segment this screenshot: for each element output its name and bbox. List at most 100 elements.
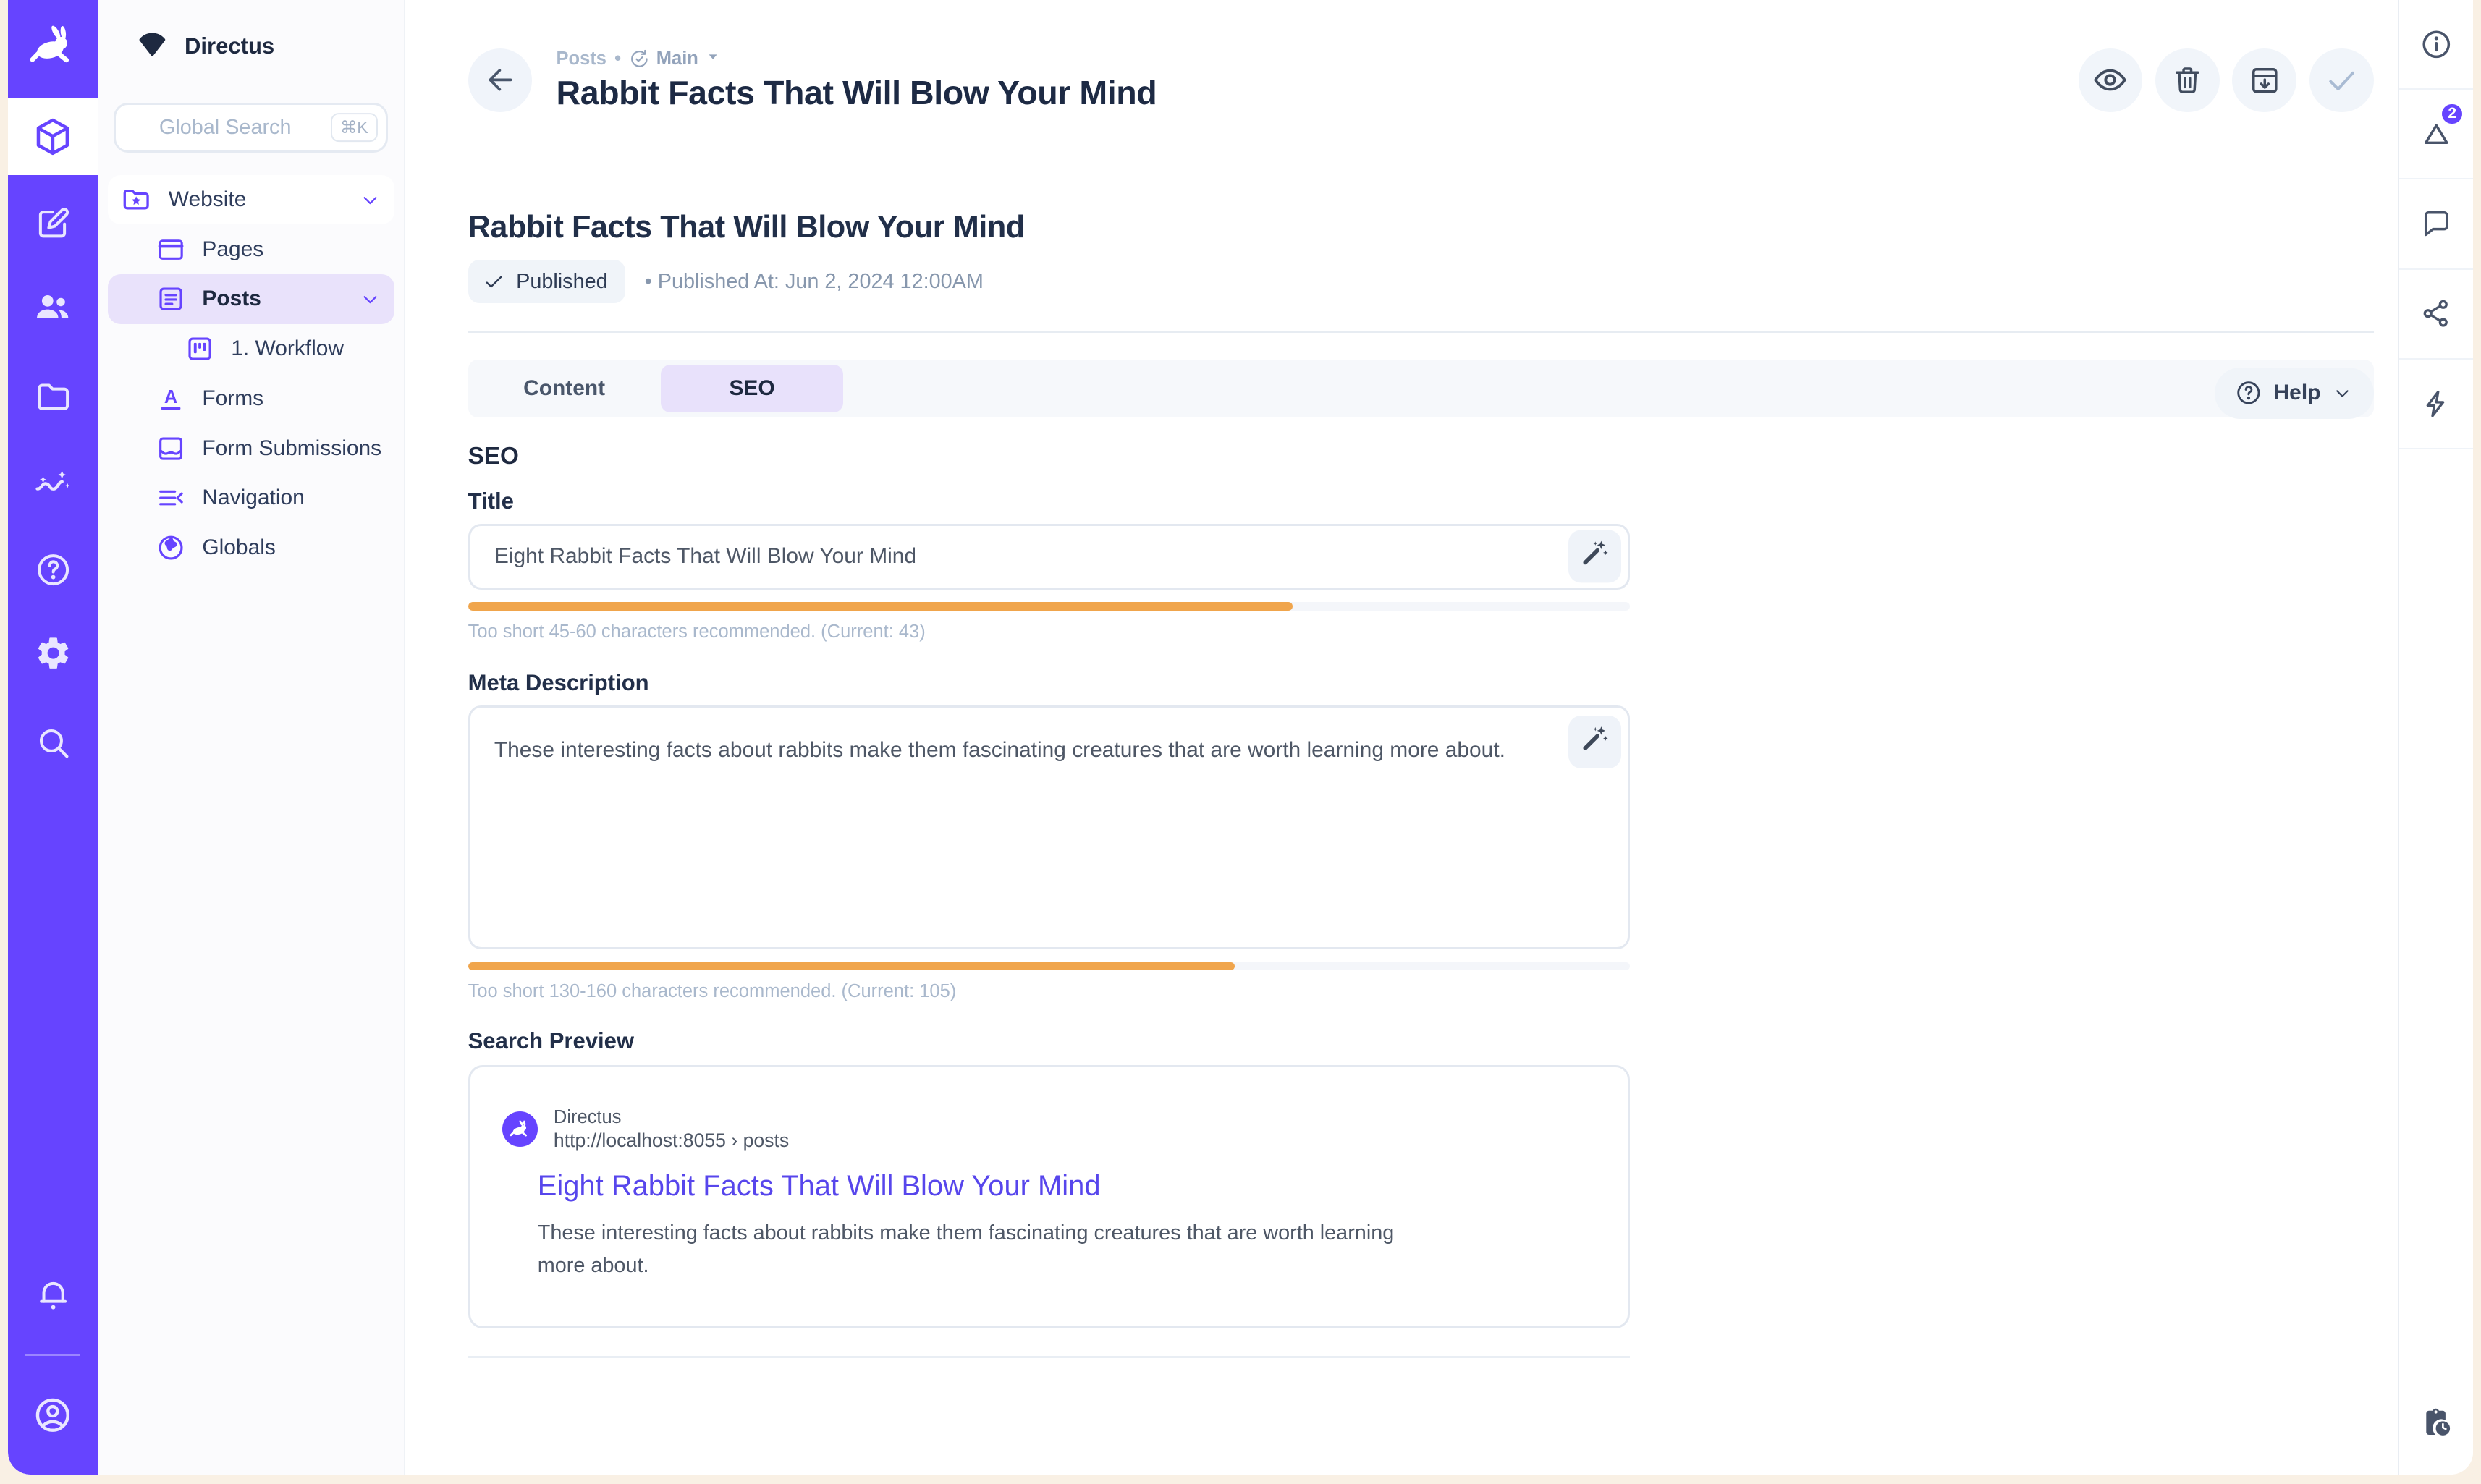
screen: Directus ⌘K Website Pages	[0, 0, 2481, 1484]
version-name: Main	[656, 48, 698, 69]
revisions-count-badge: 2	[2439, 101, 2464, 127]
module-bar	[8, 0, 98, 1475]
nav-item-workflow[interactable]: 1. Workflow	[108, 324, 394, 374]
collection-nav: Website Pages Posts 1. Workflow	[98, 175, 404, 573]
info-panel-button[interactable]	[2399, 0, 2473, 90]
app-window: Directus ⌘K Website Pages	[8, 0, 2473, 1475]
nav-item-forms[interactable]: A Forms	[108, 374, 394, 424]
users-icon	[33, 287, 72, 333]
status-badge: Published	[468, 260, 625, 303]
generate-meta-button[interactable]	[1568, 716, 1621, 768]
chevron-down-icon	[359, 288, 381, 310]
help-label: Help	[2274, 381, 2321, 405]
main-area: Posts • Main Rabbit Facts That Will Blow…	[405, 0, 2398, 1475]
trash-icon	[2171, 64, 2205, 98]
magic-wand-icon	[1578, 538, 1610, 576]
help-circle-icon	[34, 551, 72, 589]
insights-icon	[33, 463, 72, 503]
meta-description-field[interactable]: These interesting facts about rabbits ma…	[468, 705, 1630, 949]
version-selector[interactable]: Main	[629, 48, 721, 69]
revisions-panel-button[interactable]: 2	[2399, 90, 2473, 179]
tab-seo[interactable]: SEO	[661, 365, 844, 413]
published-at: • Published At: Jun 2, 2024 12:00AM	[645, 270, 984, 294]
module-users-button[interactable]	[8, 266, 98, 353]
search-preview-heading: Search Preview	[468, 1028, 1630, 1054]
nav-item-globals[interactable]: Globals	[108, 523, 394, 573]
nav-item-pages[interactable]: Pages	[108, 224, 394, 274]
meta-progress-fill	[468, 962, 1235, 970]
notifications-button[interactable]	[8, 1252, 98, 1339]
module-files-button[interactable]	[8, 353, 98, 440]
divider	[468, 331, 2374, 333]
help-button[interactable]: Help	[2215, 368, 2374, 419]
preview-site-name: Directus	[554, 1106, 789, 1129]
kanban-icon	[185, 334, 215, 364]
nav-item-label: Posts	[202, 287, 261, 311]
header-actions	[2079, 48, 2374, 113]
version-sync-icon	[629, 48, 650, 69]
user-avatar-button[interactable]	[8, 1372, 98, 1459]
right-sidebar: 2	[2398, 0, 2473, 1475]
preview-button[interactable]	[2079, 48, 2143, 113]
gear-icon	[34, 634, 72, 679]
back-button[interactable]	[468, 48, 533, 113]
module-settings-button[interactable]	[8, 613, 98, 700]
bolt-icon	[2420, 388, 2452, 420]
comment-icon	[2419, 207, 2453, 241]
nav-item-navigation[interactable]: Navigation	[108, 473, 394, 523]
inbox-icon	[156, 433, 186, 464]
module-editor-button[interactable]	[8, 179, 98, 266]
module-docs-button[interactable]	[8, 526, 98, 613]
meta-field-label: Meta Description	[468, 670, 1630, 696]
title-progress-track	[468, 602, 1630, 610]
flows-panel-button[interactable]	[2399, 360, 2473, 449]
nav-folder-website[interactable]: Website	[108, 175, 394, 225]
module-search-button[interactable]	[8, 700, 98, 786]
nav-item-label: Pages	[202, 237, 263, 262]
seo-heading: SEO	[468, 443, 1630, 470]
title-field	[468, 524, 1630, 590]
check-icon	[483, 271, 505, 293]
nav-item-label: 1. Workflow	[231, 336, 344, 361]
breadcrumb-collection[interactable]: Posts	[557, 48, 606, 69]
title-input[interactable]	[470, 526, 1628, 588]
status-label: Published	[516, 270, 608, 294]
bell-icon	[34, 1276, 72, 1314]
status-row: Published • Published At: Jun 2, 2024 12…	[468, 260, 2398, 303]
tab-content[interactable]: Content	[473, 365, 656, 413]
delete-button[interactable]	[2155, 48, 2220, 113]
item-title: Rabbit Facts That Will Blow Your Mind	[468, 210, 2398, 245]
save-button[interactable]	[2309, 48, 2374, 113]
nav-item-label: Navigation	[202, 486, 304, 510]
caret-down-icon	[705, 48, 721, 69]
archive-button[interactable]	[2232, 48, 2296, 113]
comments-panel-button[interactable]	[2399, 179, 2473, 269]
search-icon	[34, 724, 72, 762]
global-search[interactable]: ⌘K	[114, 103, 388, 153]
folder-star-icon	[120, 184, 152, 216]
module-insights-button[interactable]	[8, 440, 98, 527]
share-icon	[2420, 297, 2452, 329]
nav-item-form-submissions[interactable]: Form Submissions	[108, 423, 394, 473]
breadcrumb-separator: •	[614, 48, 621, 69]
avatar-icon	[32, 1394, 74, 1436]
page-header: Posts • Main Rabbit Facts That Will Blow…	[405, 0, 2398, 161]
project-logo-icon	[135, 25, 170, 67]
pages-icon	[156, 234, 186, 265]
site-favicon	[502, 1111, 538, 1147]
module-content-active[interactable]	[8, 98, 98, 174]
meta-progress-track	[468, 962, 1630, 970]
directus-logo[interactable]	[8, 0, 98, 98]
project-header[interactable]: Directus	[98, 0, 404, 93]
info-icon	[2419, 27, 2453, 62]
nav-list-icon	[156, 483, 186, 513]
title-field-label: Title	[468, 488, 1630, 514]
pending-tasks-button[interactable]	[2399, 1378, 2473, 1475]
nav-item-posts[interactable]: Posts	[108, 274, 394, 324]
preview-link-title: Eight Rabbit Facts That Will Blow Your M…	[538, 1170, 1596, 1203]
meta-helper-text: Too short 130-160 characters recommended…	[468, 981, 1630, 1002]
generate-title-button[interactable]	[1568, 530, 1621, 583]
edit-icon	[34, 204, 72, 242]
chevron-down-icon	[359, 189, 381, 211]
shares-panel-button[interactable]	[2399, 270, 2473, 360]
